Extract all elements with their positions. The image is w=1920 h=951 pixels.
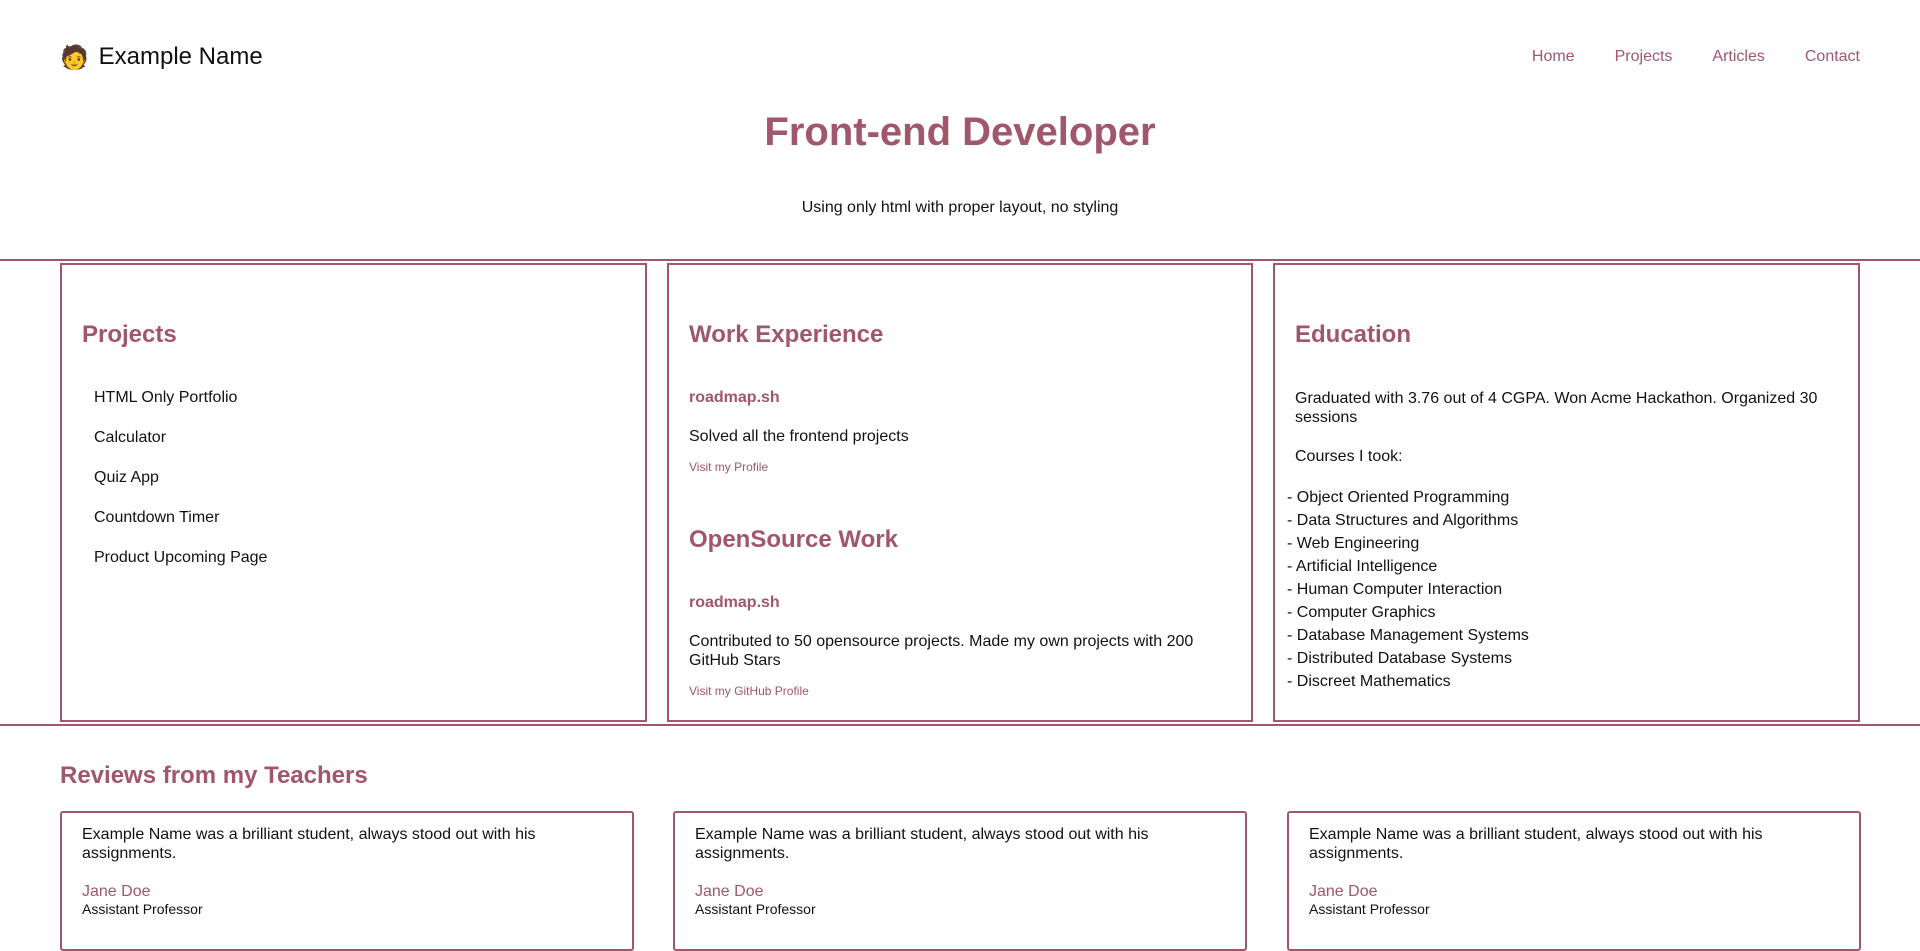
visit-profile-link[interactable]: Visit my Profile bbox=[689, 460, 768, 474]
reviewer-role: Assistant Professor bbox=[1309, 901, 1430, 917]
projects-heading: Projects bbox=[82, 321, 177, 348]
education-heading: Education bbox=[1295, 321, 1412, 348]
courses-list: - Object Oriented Programming - Data Str… bbox=[1287, 486, 1838, 693]
project-item: Countdown Timer bbox=[94, 509, 220, 526]
project-item: Quiz App bbox=[94, 469, 159, 486]
course-item: - Distributed Database Systems bbox=[1287, 650, 1512, 667]
work-heading: Work Experience bbox=[689, 321, 884, 348]
courses-label: Courses I took: bbox=[1295, 448, 1403, 465]
course-item: - Artificial Intelligence bbox=[1287, 558, 1438, 575]
hero-title: Front-end Developer bbox=[764, 110, 1156, 154]
nav-link-contact[interactable]: Contact bbox=[1805, 48, 1860, 66]
work-experience-block: Work Experience roadmap.sh Solved all th… bbox=[689, 321, 1231, 476]
reviewer-name: Jane Doe bbox=[695, 883, 764, 900]
review-card: Example Name was a brilliant student, al… bbox=[60, 811, 634, 951]
review-text: Example Name was a brilliant student, al… bbox=[82, 826, 536, 862]
course-item: - Human Computer Interaction bbox=[1287, 581, 1503, 598]
opensource-org: roadmap.sh bbox=[689, 594, 780, 611]
brand[interactable]: 🧑 Example Name bbox=[60, 43, 263, 71]
brand-name: Example Name bbox=[98, 43, 263, 70]
project-item: Calculator bbox=[94, 429, 167, 446]
course-item: - Database Management Systems bbox=[1287, 627, 1529, 644]
reviewer-role: Assistant Professor bbox=[695, 901, 816, 917]
review-text: Example Name was a brilliant student, al… bbox=[695, 826, 1149, 862]
reviewer-name: Jane Doe bbox=[1309, 883, 1378, 900]
project-item: Product Upcoming Page bbox=[94, 549, 268, 566]
review-text: Example Name was a brilliant student, al… bbox=[1309, 826, 1763, 862]
course-item: - Web Engineering bbox=[1287, 535, 1420, 552]
visit-github-link[interactable]: Visit my GitHub Profile bbox=[689, 684, 809, 698]
review-card: Example Name was a brilliant student, al… bbox=[673, 811, 1247, 951]
reviewer-role: Assistant Professor bbox=[82, 901, 203, 917]
review-card: Example Name was a brilliant student, al… bbox=[1287, 811, 1861, 951]
opensource-description: Contributed to 50 opensource projects. M… bbox=[689, 633, 1194, 669]
course-item: - Data Structures and Algorithms bbox=[1287, 512, 1519, 529]
course-item: - Object Oriented Programming bbox=[1287, 489, 1510, 506]
info-band: Projects HTML Only Portfolio Calculator … bbox=[0, 259, 1920, 726]
education-card: Education Graduated with 3.76 out of 4 C… bbox=[1273, 263, 1860, 722]
reviewer-name: Jane Doe bbox=[82, 883, 151, 900]
work-description: Solved all the frontend projects bbox=[689, 428, 909, 445]
avatar-emoji-icon: 🧑 bbox=[60, 43, 89, 70]
projects-list: HTML Only Portfolio Calculator Quiz App … bbox=[82, 389, 625, 567]
hero-subtitle: Using only html with proper layout, no s… bbox=[801, 199, 1119, 216]
site-header: 🧑 Example Name Home Projects Articles Co… bbox=[60, 42, 1860, 72]
work-org: roadmap.sh bbox=[689, 389, 780, 406]
course-item: - Computer Graphics bbox=[1287, 604, 1436, 621]
reviews-heading: Reviews from my Teachers bbox=[60, 762, 368, 789]
opensource-heading: OpenSource Work bbox=[689, 526, 898, 553]
main-nav: Home Projects Articles Contact bbox=[1532, 48, 1860, 66]
opensource-block: OpenSource Work roadmap.sh Contributed t… bbox=[689, 526, 1231, 700]
projects-card: Projects HTML Only Portfolio Calculator … bbox=[60, 263, 647, 722]
nav-link-projects[interactable]: Projects bbox=[1615, 48, 1673, 66]
project-item: HTML Only Portfolio bbox=[94, 389, 238, 406]
nav-link-articles[interactable]: Articles bbox=[1712, 48, 1764, 66]
nav-link-home[interactable]: Home bbox=[1532, 48, 1575, 66]
course-item: - Discreet Mathematics bbox=[1287, 673, 1451, 690]
education-summary: Graduated with 3.76 out of 4 CGPA. Won A… bbox=[1295, 390, 1818, 426]
work-card: Work Experience roadmap.sh Solved all th… bbox=[667, 263, 1253, 722]
